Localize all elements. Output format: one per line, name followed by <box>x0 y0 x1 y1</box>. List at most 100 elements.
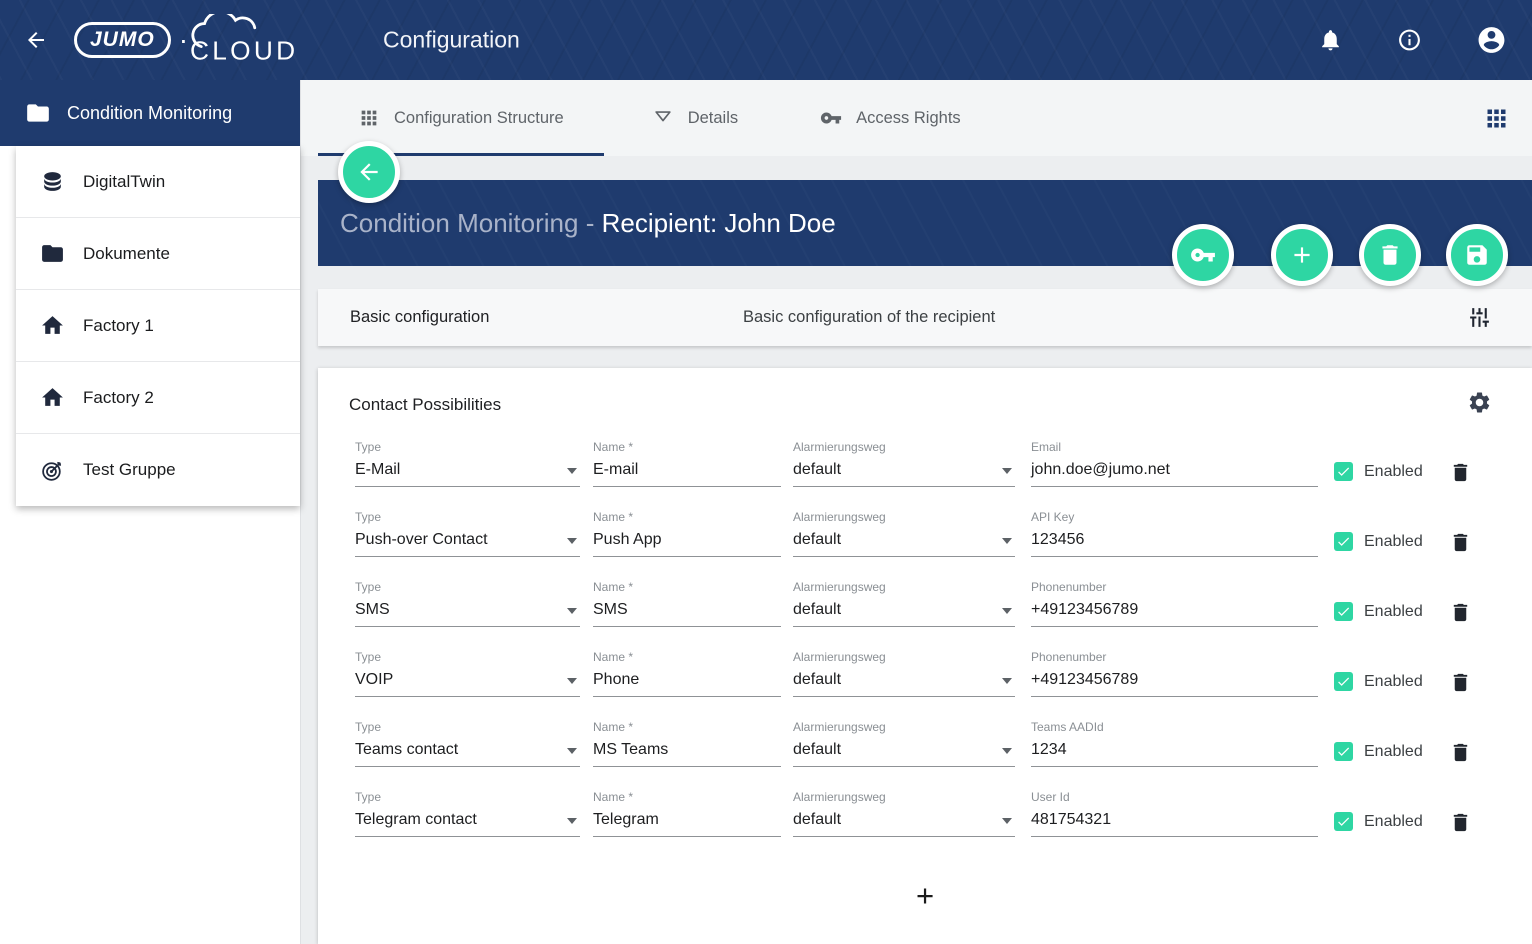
contact-type-select[interactable]: Type Telegram contact <box>355 790 580 837</box>
dropdown-caret-icon <box>1002 748 1012 754</box>
sidebar-item-test-gruppe[interactable]: Test Gruppe <box>16 434 300 506</box>
svg-text:CLOUD: CLOUD <box>190 36 298 66</box>
key-icon <box>820 107 842 129</box>
contact-name-input[interactable]: Name * SMS <box>593 580 781 627</box>
delete-fab[interactable] <box>1359 224 1421 286</box>
checkbox-checked-icon[interactable] <box>1334 672 1353 691</box>
enabled-toggle[interactable]: Enabled <box>1334 462 1423 481</box>
logo-dot: · <box>179 26 188 54</box>
field-value: SMS <box>355 600 580 619</box>
field-label: Name * <box>593 720 781 734</box>
contact-type-select[interactable]: Type E-Mail <box>355 440 580 487</box>
enabled-toggle[interactable]: Enabled <box>1334 602 1423 621</box>
add-contact-button[interactable]: + <box>916 880 934 911</box>
delete-row-icon[interactable] <box>1449 461 1472 484</box>
delete-row-icon[interactable] <box>1449 671 1472 694</box>
page-title: Configuration <box>383 27 520 54</box>
gear-icon[interactable] <box>1467 390 1492 415</box>
sidebar-root-label: Condition Monitoring <box>67 103 232 124</box>
alarm-route-select[interactable]: Alarmierungsweg default <box>793 720 1015 767</box>
delete-row-icon[interactable] <box>1449 531 1472 554</box>
notifications-icon[interactable] <box>1318 28 1343 53</box>
field-value: default <box>793 670 1015 689</box>
field-label: Type <box>355 790 580 804</box>
contact-type-select[interactable]: Type SMS <box>355 580 580 627</box>
tab-details[interactable]: Details <box>618 80 772 156</box>
tab-label: Access Rights <box>856 109 961 128</box>
sidebar-item-factory-2[interactable]: Factory 2 <box>16 362 300 434</box>
recipient-title-main: Recipient: John Doe <box>602 208 836 238</box>
field-label: Type <box>355 720 580 734</box>
back-fab[interactable] <box>338 141 400 203</box>
sidebar-item-label: Factory 2 <box>83 388 154 408</box>
contact-name-input[interactable]: Name * Telegram <box>593 790 781 837</box>
sidebar-item-dokumente[interactable]: Dokumente <box>16 218 300 290</box>
alarm-route-select[interactable]: Alarmierungsweg default <box>793 510 1015 557</box>
field-value: default <box>793 460 1015 479</box>
contact-name-input[interactable]: Name * Push App <box>593 510 781 557</box>
delete-row-icon[interactable] <box>1449 741 1472 764</box>
sidebar-item-factory-1[interactable]: Factory 1 <box>16 290 300 362</box>
contact-type-select[interactable]: Type VOIP <box>355 650 580 697</box>
app-root: JUMO · CLOUD Configuration Condition Mon… <box>0 0 1532 944</box>
info-icon[interactable] <box>1397 28 1422 53</box>
contact-row: Type VOIP Name * Phone Alarmierungsweg d… <box>355 650 1472 697</box>
contact-type-select[interactable]: Type Push-over Contact <box>355 510 580 557</box>
grid-view-icon[interactable] <box>1483 105 1510 132</box>
enabled-toggle[interactable]: Enabled <box>1334 742 1423 761</box>
contact-detail-input[interactable]: API Key 123456 <box>1031 510 1318 557</box>
contact-detail-input[interactable]: Teams AADId 1234 <box>1031 720 1318 767</box>
dropdown-caret-icon <box>567 608 577 614</box>
field-label: Alarmierungsweg <box>793 510 1015 524</box>
checkbox-checked-icon[interactable] <box>1334 742 1353 761</box>
contact-row: Type SMS Name * SMS Alarmierungsweg defa… <box>355 580 1472 627</box>
field-label: Alarmierungsweg <box>793 440 1015 454</box>
contact-type-select[interactable]: Type Teams contact <box>355 720 580 767</box>
contact-detail-input[interactable]: User Id 481754321 <box>1031 790 1318 837</box>
checkbox-checked-icon[interactable] <box>1334 532 1353 551</box>
sidebar-item-condition-monitoring[interactable]: Condition Monitoring <box>0 80 300 146</box>
access-rights-fab[interactable] <box>1172 224 1234 286</box>
back-icon[interactable] <box>24 28 48 52</box>
checkbox-checked-icon[interactable] <box>1334 462 1353 481</box>
enabled-toggle[interactable]: Enabled <box>1334 532 1423 551</box>
contact-name-input[interactable]: Name * E-mail <box>593 440 781 487</box>
field-value: Telegram contact <box>355 810 580 829</box>
enabled-label: Enabled <box>1364 533 1423 551</box>
field-value: +49123456789 <box>1031 600 1318 619</box>
delete-row-icon[interactable] <box>1449 811 1472 834</box>
alarm-route-select[interactable]: Alarmierungsweg default <box>793 580 1015 627</box>
field-label: Name * <box>593 790 781 804</box>
alarm-route-select[interactable]: Alarmierungsweg default <box>793 790 1015 837</box>
save-fab[interactable] <box>1446 224 1508 286</box>
jumo-logo-badge: JUMO <box>74 22 171 58</box>
alarm-route-select[interactable]: Alarmierungsweg default <box>793 650 1015 697</box>
contact-detail-input[interactable]: Email john.doe@jumo.net <box>1031 440 1318 487</box>
sidebar-item-digitaltwin[interactable]: DigitalTwin <box>16 146 300 218</box>
field-value: Teams contact <box>355 740 580 759</box>
enabled-toggle[interactable]: Enabled <box>1334 672 1423 691</box>
delete-row-icon[interactable] <box>1449 601 1472 624</box>
sliders-icon[interactable] <box>1467 305 1492 330</box>
field-value: Phone <box>593 670 781 689</box>
field-value: SMS <box>593 600 781 619</box>
tab-access-rights[interactable]: Access Rights <box>786 80 995 156</box>
dropdown-caret-icon <box>1002 678 1012 684</box>
enabled-label: Enabled <box>1364 743 1423 761</box>
contact-detail-input[interactable]: Phonenumber +49123456789 <box>1031 580 1318 627</box>
checkbox-checked-icon[interactable] <box>1334 812 1353 831</box>
checkbox-checked-icon[interactable] <box>1334 602 1353 621</box>
dropdown-caret-icon <box>1002 468 1012 474</box>
contact-detail-input[interactable]: Phonenumber +49123456789 <box>1031 650 1318 697</box>
field-value: john.doe@jumo.net <box>1031 460 1318 479</box>
grid-icon <box>358 107 380 129</box>
enabled-toggle[interactable]: Enabled <box>1334 812 1423 831</box>
add-fab[interactable] <box>1271 224 1333 286</box>
field-label: Type <box>355 440 580 454</box>
tab-label: Details <box>688 109 738 128</box>
contact-name-input[interactable]: Name * Phone <box>593 650 781 697</box>
alarm-route-select[interactable]: Alarmierungsweg default <box>793 440 1015 487</box>
account-icon[interactable] <box>1476 25 1507 56</box>
contact-name-input[interactable]: Name * MS Teams <box>593 720 781 767</box>
basic-configuration-row[interactable]: Basic configuration Basic configuration … <box>318 289 1532 346</box>
